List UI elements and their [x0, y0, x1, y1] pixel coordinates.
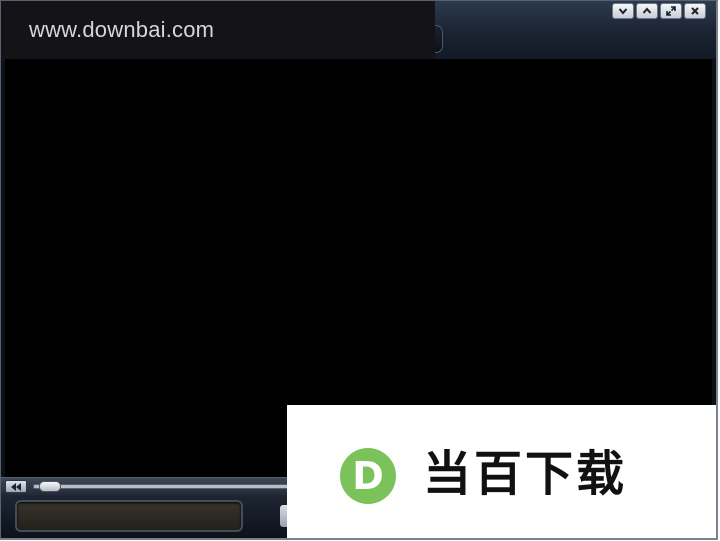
close-icon [691, 7, 699, 15]
rewind-button[interactable] [5, 480, 27, 493]
window-controls [612, 3, 706, 19]
chevron-down-icon [618, 8, 628, 15]
watermark-text: 当百下载 [423, 446, 628, 502]
status-display-panel [15, 500, 243, 532]
watermark-overlay: D 当百下载 [287, 405, 716, 538]
brand-url-label: www.downbai.com [1, 1, 435, 61]
logo-letter: D [352, 454, 384, 498]
downbai-logo-icon: D [340, 448, 396, 504]
chevron-up-icon [642, 7, 652, 14]
minimize-button[interactable] [612, 3, 634, 19]
restore-button[interactable] [636, 3, 658, 19]
maximize-button[interactable] [660, 3, 682, 19]
close-button[interactable] [684, 3, 706, 19]
rewind-icon [11, 482, 21, 491]
media-player-window: www.downbai.com D 当百下载 [0, 0, 718, 540]
title-bar[interactable]: www.downbai.com [1, 1, 716, 61]
seek-slider-thumb[interactable] [39, 481, 61, 492]
expand-icon [666, 6, 676, 16]
